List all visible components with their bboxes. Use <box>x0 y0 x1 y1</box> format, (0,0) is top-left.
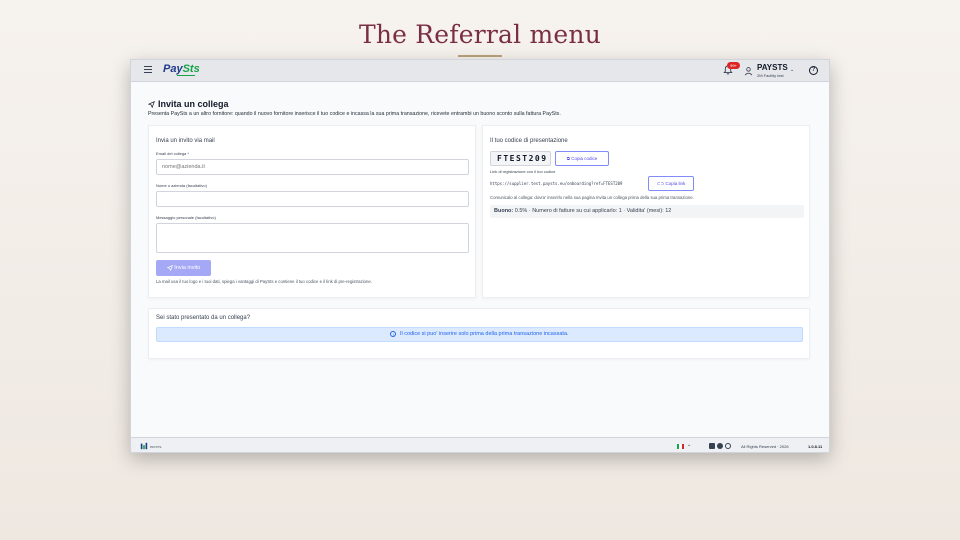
message-label: Messaggio personale (facoltativo) <box>156 215 216 220</box>
logo-main: Pay <box>163 63 183 75</box>
notification-badge: 99+ <box>727 62 740 69</box>
info-icon: i <box>390 330 397 337</box>
referral-link[interactable]: https://supplier.test.paysts.eu/onboardi… <box>490 181 622 186</box>
info-banner: i Il codice si puo' inserire solo prima … <box>156 327 803 342</box>
footer-logo-icon <box>140 442 148 450</box>
voucher-text: 0.5% · Numero di fatture su cui applicar… <box>514 208 672 214</box>
slide-title: The Referral menu <box>358 20 602 49</box>
title-underline <box>458 55 502 57</box>
app-header: PaySts 99+ PAYSTS 2M Facility test ⌄ ? <box>131 60 829 82</box>
invite-email-card: Invia un invito via mail Email del colle… <box>148 125 476 298</box>
invite-heading: Invia un invito via mail <box>156 138 215 144</box>
referred-heading: Sei stato presentato da un collega? <box>156 315 251 321</box>
globe-icon[interactable] <box>725 443 731 449</box>
name-field[interactable] <box>156 191 469 207</box>
copy-code-label: Copia codice <box>571 156 598 161</box>
referral-code-card: Il tuo codice di presentazione FTEST209 … <box>482 125 810 298</box>
company-name[interactable]: PAYSTS <box>757 63 788 72</box>
page-title: Invita un collega <box>148 99 229 109</box>
link-icon: ⊂⊃ <box>656 181 665 186</box>
app-window: PaySts 99+ PAYSTS 2M Facility test ⌄ ? I… <box>130 59 830 453</box>
email-field[interactable] <box>156 159 469 175</box>
email-label: Email del collega * <box>156 151 189 156</box>
invite-note: La mail usa il tuo logo e i tuoi dati, s… <box>156 279 372 284</box>
send-invite-button[interactable]: Invia invito <box>156 260 211 276</box>
copy-icon: ⧉ <box>566 156 570 161</box>
user-icon <box>744 67 753 76</box>
copyright: All Rights Reserved · 2026 <box>741 444 789 449</box>
info-text: Il codice si puo' inserire solo prima de… <box>399 331 569 337</box>
link-label: Link di registrazione con il tuo codice <box>490 169 556 174</box>
send-invite-label: Invia invito <box>174 265 201 271</box>
referred-by-card: Sei stato presentato da un collega? i Il… <box>148 308 810 359</box>
name-label: Nome o azienda (facoltativo) <box>156 183 207 188</box>
menu-icon[interactable] <box>144 66 152 74</box>
help-icon[interactable]: ? <box>809 66 818 75</box>
copy-code-button[interactable]: ⧉ Copia codice <box>555 151 609 166</box>
voucher-label: Buono: <box>494 208 514 214</box>
chevron-down-icon[interactable]: ⌄ <box>790 67 794 73</box>
app-footer: PAYSTS ⌄ All Rights Reserved · 2026 1.0.… <box>131 437 829 452</box>
facebook-icon[interactable] <box>717 443 723 449</box>
footer-logo-text: PAYSTS <box>150 445 162 449</box>
copy-link-button[interactable]: ⊂⊃ Copia link <box>648 176 694 191</box>
page-header: Invita un collega <box>148 99 229 109</box>
company-subtitle: 2M Facility test <box>757 73 784 78</box>
send-icon <box>166 264 173 271</box>
message-field[interactable] <box>156 223 469 253</box>
copy-link-label: Copia link <box>665 181 686 186</box>
referral-heading: Il tuo codice di presentazione <box>490 138 568 144</box>
logo-accent: Sts <box>182 63 200 75</box>
page-title-text: Invita un collega <box>158 99 229 109</box>
voucher-info: Buono: 0.5% · Numero di fatture su cui a… <box>490 205 804 218</box>
link-hint: Comunicalo al collega: dovra' inserirlo … <box>490 195 694 200</box>
logo[interactable]: PaySts <box>163 63 200 75</box>
linkedin-icon[interactable] <box>709 443 715 449</box>
send-icon <box>148 100 155 108</box>
italy-flag-icon[interactable] <box>677 444 684 449</box>
version: 1.0.8.11 <box>808 444 823 449</box>
page-description: Presenta PaySts a un altro fornitore: qu… <box>148 111 561 117</box>
chevron-down-icon[interactable]: ⌄ <box>687 442 691 448</box>
logo-underline <box>177 75 195 76</box>
referral-code: FTEST209 <box>490 151 551 166</box>
